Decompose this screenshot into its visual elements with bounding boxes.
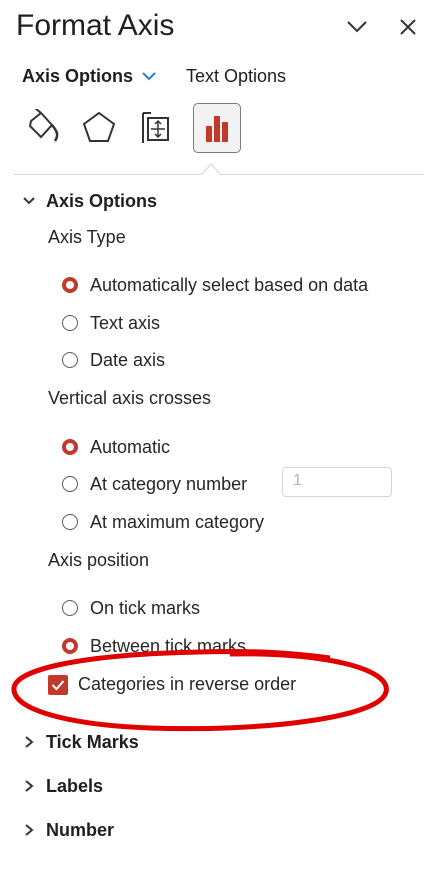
effects-tab[interactable] (76, 103, 122, 151)
close-button[interactable] (393, 12, 423, 42)
close-icon (400, 19, 416, 35)
size-properties-tab[interactable] (134, 103, 180, 151)
option-label: At category number (90, 474, 248, 494)
tab-axis-options-label: Axis Options (22, 66, 134, 86)
option-label: Text axis (90, 313, 161, 333)
radio-indicator (62, 352, 78, 368)
radio-automatic[interactable]: Automatic (62, 435, 170, 459)
chevron-right-icon (25, 736, 34, 748)
section-tick-marks[interactable]: Tick Marks (22, 730, 139, 754)
axis-type-label: Axis Type (48, 227, 126, 247)
option-label: Automatically select based on data (90, 275, 369, 295)
option-label: Between tick marks (90, 636, 247, 656)
section-axis-options[interactable]: Axis Options (22, 189, 157, 213)
option-label: Date axis (90, 350, 166, 370)
fill-line-tab[interactable] (18, 103, 64, 151)
effects-icon (82, 111, 116, 142)
radio-indicator (62, 439, 78, 455)
axis-options-icon (206, 116, 228, 142)
chevron-right-icon (25, 780, 34, 792)
axis-position-label: Axis position (48, 550, 150, 570)
option-label: At maximum category (90, 512, 265, 532)
section-labels[interactable]: Labels (22, 774, 103, 798)
radio-date-axis[interactable]: Date axis (62, 348, 165, 372)
option-label: Automatic (90, 437, 171, 457)
radio-at-category-number[interactable]: At category number (62, 472, 247, 496)
chevron-right-icon (25, 824, 34, 836)
checkbox-box (48, 674, 68, 695)
section-number-label: Number (46, 820, 115, 840)
radio-automatically-select[interactable]: Automatically select based on data (62, 273, 368, 297)
tab-pointer (201, 163, 221, 175)
radio-indicator (62, 277, 78, 293)
checkmark-icon (51, 679, 65, 690)
fill-line-icon (28, 109, 59, 142)
radio-indicator (62, 514, 78, 530)
tab-text-options[interactable]: Text Options (186, 64, 286, 88)
section-number[interactable]: Number (22, 818, 114, 842)
radio-text-axis[interactable]: Text axis (62, 311, 160, 335)
section-tick-marks-label: Tick Marks (46, 732, 139, 752)
size-properties-icon (142, 112, 169, 143)
radio-on-tick-marks[interactable]: On tick marks (62, 596, 200, 620)
radio-indicator (62, 600, 78, 616)
section-labels-label: Labels (46, 776, 104, 796)
option-label: On tick marks (90, 598, 201, 618)
chevron-down-icon (23, 197, 35, 205)
category-number-input[interactable]: 1 (282, 467, 392, 497)
radio-at-maximum-category[interactable]: At maximum category (62, 510, 264, 534)
radio-between-tick-marks[interactable]: Between tick marks (62, 634, 246, 658)
checkbox-label: Categories in reverse order (78, 674, 297, 694)
categories-reverse-order-checkbox[interactable]: Categories in reverse order (48, 674, 296, 695)
collapse-panel-button[interactable] (342, 12, 372, 42)
section-axis-options-label: Axis Options (46, 191, 158, 211)
radio-indicator (62, 638, 78, 654)
axis-options-tab[interactable] (193, 103, 241, 153)
chevron-down-icon (142, 72, 156, 81)
radio-indicator (62, 476, 78, 492)
vertical-axis-crosses-label: Vertical axis crosses (48, 388, 212, 408)
chevron-down-icon (347, 21, 367, 33)
panel-title: Format Axis (16, 9, 175, 42)
radio-indicator (62, 315, 78, 331)
tab-axis-options[interactable]: Axis Options (22, 64, 157, 88)
